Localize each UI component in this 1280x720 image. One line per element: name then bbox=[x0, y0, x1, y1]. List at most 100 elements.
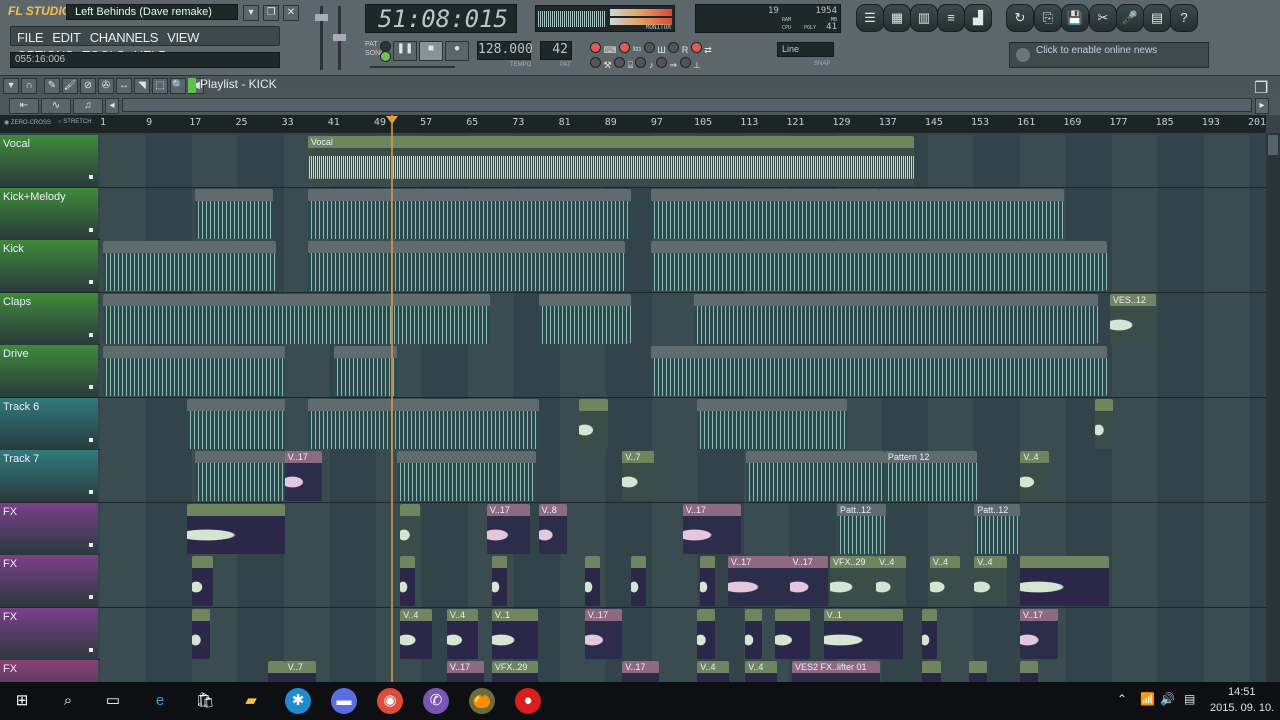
draw-tool-icon[interactable]: ✎ bbox=[44, 78, 60, 94]
playlist-clip[interactable]: Vocal bbox=[307, 136, 914, 186]
playlist-clip[interactable]: V..4 bbox=[876, 556, 907, 606]
minimize-button[interactable]: ▾ bbox=[243, 5, 259, 21]
playlist-clip[interactable] bbox=[694, 293, 1099, 344]
select-tool-icon[interactable]: ⬚ bbox=[152, 78, 168, 94]
slice-tool-icon[interactable]: ◥ bbox=[134, 78, 150, 94]
volume-icon[interactable]: 🔊 bbox=[1160, 692, 1175, 706]
playlist-clip[interactable]: V..17 bbox=[1019, 608, 1058, 659]
master-volume-slider[interactable] bbox=[315, 6, 328, 70]
playlist-clip[interactable] bbox=[630, 556, 646, 606]
track-lane[interactable] bbox=[100, 345, 1266, 397]
song-position-slider[interactable] bbox=[370, 66, 455, 68]
browser-button[interactable]: ≡ bbox=[937, 4, 965, 32]
track-select-dot[interactable] bbox=[89, 280, 93, 284]
playlist-clip[interactable] bbox=[538, 293, 631, 344]
snap-select[interactable]: Line bbox=[777, 42, 834, 57]
playlist-clip[interactable]: Pattern 12 bbox=[884, 451, 978, 501]
zero-cross-toggle[interactable]: ◉ ZERO-CROSS bbox=[4, 119, 51, 126]
playlist-clip[interactable] bbox=[186, 503, 285, 554]
playlist-clip[interactable]: VFX..29 bbox=[830, 556, 877, 606]
playlist-clip[interactable] bbox=[1095, 398, 1113, 449]
wait-input-toggle[interactable] bbox=[614, 57, 626, 68]
playlist-clip[interactable] bbox=[651, 241, 1107, 291]
stop-button[interactable]: ■ bbox=[419, 41, 443, 61]
track-select-dot[interactable] bbox=[89, 542, 93, 547]
playlist-clip[interactable]: V..1 bbox=[823, 608, 903, 659]
clock-date[interactable]: 2015. 09. 10. bbox=[1210, 702, 1274, 714]
playlist-clip[interactable]: V..4 bbox=[697, 661, 730, 682]
track-header[interactable]: Track 6 bbox=[0, 397, 98, 450]
playlist-clip[interactable] bbox=[492, 556, 508, 606]
playlist-clip[interactable] bbox=[307, 398, 539, 449]
playlist-clip[interactable]: V..4 bbox=[1020, 451, 1050, 501]
vertical-scrollbar[interactable] bbox=[1266, 133, 1280, 682]
paint-tool-icon[interactable]: 🖌 bbox=[62, 78, 78, 94]
playlist-clip[interactable]: V..4 bbox=[400, 608, 432, 659]
playlist-clip[interactable]: V..17 bbox=[682, 503, 741, 554]
playlist-clip[interactable]: V..8 bbox=[538, 503, 568, 554]
file-explorer-icon[interactable]: ▰ bbox=[238, 688, 264, 714]
track-lane[interactable] bbox=[100, 187, 1266, 240]
playlist-clip[interactable]: V..7 bbox=[284, 661, 317, 682]
overdub-toggle[interactable] bbox=[656, 57, 667, 68]
track-lane[interactable]: Vocal bbox=[100, 135, 1266, 187]
playlist-clip[interactable]: V..17 bbox=[446, 661, 484, 682]
tempo-display[interactable]: 128.000 bbox=[477, 41, 533, 60]
track-select-dot[interactable] bbox=[89, 490, 93, 494]
playlist-clip[interactable] bbox=[268, 661, 286, 682]
playlist-clip[interactable] bbox=[192, 556, 213, 606]
undo-history-button[interactable]: ↻ bbox=[1006, 4, 1034, 32]
restore-button[interactable]: ❐ bbox=[263, 5, 279, 21]
playlist-clip[interactable]: Patt..12 bbox=[974, 503, 1021, 554]
slip-tool-icon[interactable]: ↔ bbox=[116, 78, 132, 94]
playlist-clip[interactable] bbox=[579, 398, 608, 449]
track-header[interactable]: FX bbox=[0, 502, 98, 555]
track-header[interactable]: Track 7 bbox=[0, 450, 98, 502]
playlist-clip[interactable] bbox=[307, 188, 631, 239]
playlist-clip[interactable]: V..4 bbox=[929, 556, 960, 606]
track-select-dot[interactable] bbox=[89, 227, 93, 232]
playlist-clip[interactable] bbox=[195, 188, 274, 239]
search-icon[interactable]: ⌕ bbox=[55, 688, 81, 714]
store-icon[interactable]: 🛍 bbox=[192, 688, 218, 714]
track-header[interactable]: Kick bbox=[0, 240, 98, 292]
song-time-display[interactable]: 51:08:015 bbox=[365, 4, 517, 33]
recorder-icon[interactable]: ● bbox=[515, 688, 541, 714]
viber-icon[interactable]: ✆ bbox=[423, 688, 449, 714]
app-icon[interactable]: ✱ bbox=[285, 688, 311, 714]
zoom-tool-icon[interactable]: 🔍 bbox=[170, 78, 186, 94]
edge-browser-icon[interactable]: e bbox=[147, 688, 173, 714]
playlist-clip[interactable] bbox=[1019, 661, 1038, 682]
track-header[interactable]: FX bbox=[0, 607, 98, 660]
master-pitch-slider[interactable] bbox=[333, 6, 346, 70]
track-lane[interactable]: V..17 V..7 Pattern 12 V..4 bbox=[100, 450, 1266, 502]
playlist-clip[interactable] bbox=[922, 661, 942, 682]
playlist-clip[interactable] bbox=[307, 241, 626, 291]
playlist-clip[interactable]: VES2 FX..lifter 01 bbox=[791, 661, 881, 682]
playlist-clip[interactable] bbox=[103, 241, 277, 291]
playlist-clip[interactable]: V..17 bbox=[727, 556, 790, 606]
playlist-clip[interactable] bbox=[400, 556, 416, 606]
playlist-menu-button[interactable]: ▾ bbox=[3, 78, 19, 94]
tab-automation[interactable]: ∿ bbox=[41, 98, 71, 114]
multilink-toggle[interactable] bbox=[679, 57, 691, 68]
track-lane[interactable]: V..17 V..17 VFX..29 V..4 V..4 V..4 bbox=[100, 555, 1266, 607]
close-button[interactable]: ✕ bbox=[283, 5, 299, 21]
track-header[interactable]: Drive bbox=[0, 345, 98, 397]
song-mode-led[interactable] bbox=[380, 51, 391, 62]
stretch-toggle[interactable]: ○ STRETCH bbox=[58, 119, 92, 125]
task-view-icon[interactable]: ▭ bbox=[100, 688, 126, 714]
tab-patterns[interactable]: ♫ bbox=[73, 98, 103, 114]
countdown-toggle[interactable] bbox=[619, 42, 630, 53]
playlist-clip[interactable]: V..4 bbox=[446, 608, 479, 659]
tab-arrangement[interactable]: ⇤ bbox=[9, 98, 39, 114]
track-header[interactable]: FX bbox=[0, 660, 98, 682]
playlist-clip[interactable] bbox=[697, 398, 848, 449]
playlist-clip[interactable]: V..7 bbox=[622, 451, 655, 501]
scroll-left-button[interactable]: ◂ bbox=[105, 98, 119, 114]
messenger-icon[interactable]: ▬ bbox=[331, 688, 357, 714]
playlist-clip[interactable]: Patt..12 bbox=[836, 503, 886, 554]
piano-roll-button[interactable]: ▥ bbox=[910, 4, 938, 32]
delete-tool-icon[interactable]: ⊘ bbox=[80, 78, 96, 94]
help-button[interactable]: ? bbox=[1170, 4, 1198, 32]
